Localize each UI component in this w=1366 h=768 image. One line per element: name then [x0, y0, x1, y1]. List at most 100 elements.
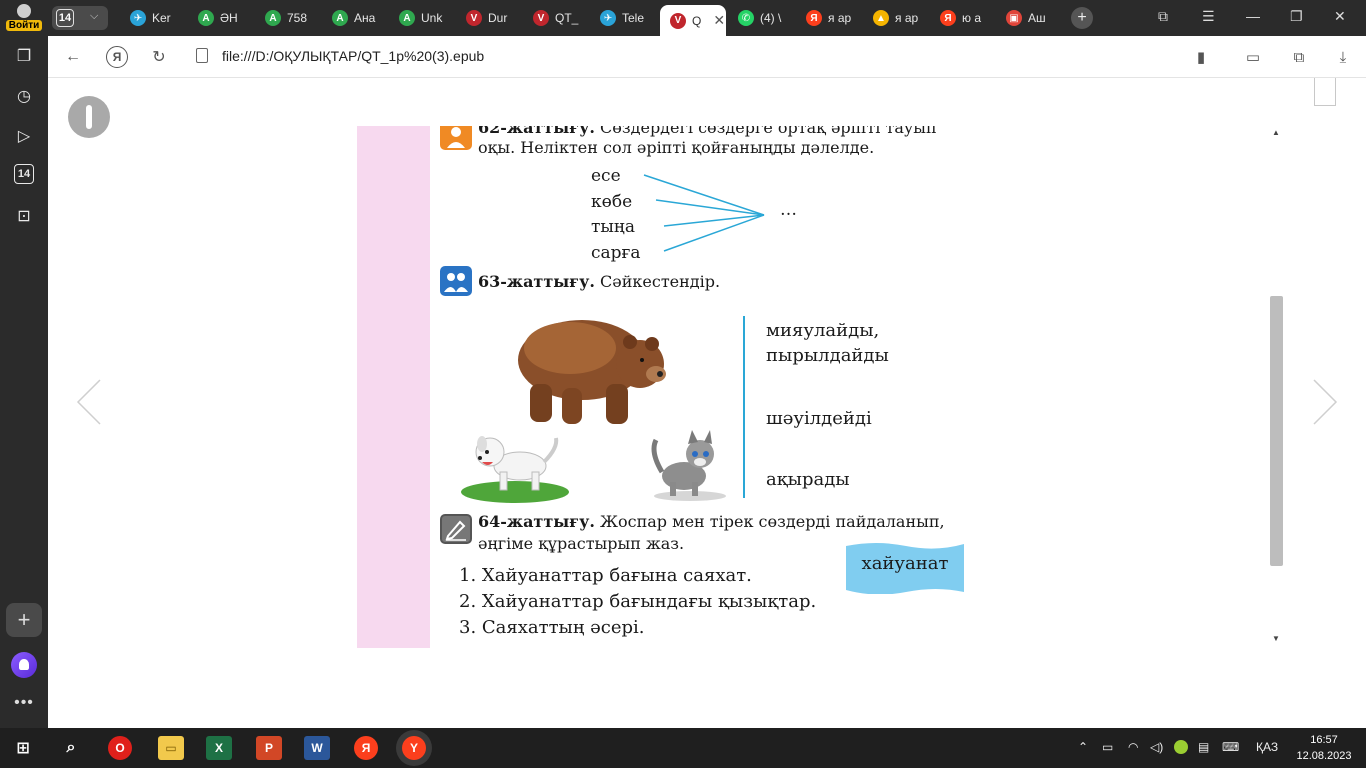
url-field[interactable]: file:///D:/ОҚУЛЫҚТАР/QT_1p%20(3).epub: [222, 48, 484, 64]
file-explorer-icon[interactable]: ▭: [158, 736, 184, 760]
restore-icon[interactable]: ❐: [1290, 8, 1303, 25]
exercise-64-text-2: әңгіме құрастырып жаз.: [478, 534, 685, 553]
tab-label: Tele: [622, 11, 645, 25]
tabs-counter-button[interactable]: 14: [14, 164, 34, 184]
clock-date: 12.08.2023: [1296, 750, 1352, 762]
browser-tab[interactable]: ✆ (4) \: [728, 5, 788, 31]
clock[interactable]: 16:57 12.08.2023: [1292, 732, 1356, 764]
close-tab-icon[interactable]: ✕: [713, 12, 725, 29]
battery-icon[interactable]: ▭: [1102, 740, 1113, 754]
battery-saver-icon[interactable]: ▭: [1242, 46, 1264, 68]
tab-favicon-icon: ▣: [1006, 10, 1022, 26]
tab-favicon-icon: ✈: [130, 10, 146, 26]
language-indicator[interactable]: ҚАЗ: [1256, 740, 1278, 754]
powerpoint-icon[interactable]: P: [256, 736, 282, 760]
ex62-word-2: көбе: [591, 192, 633, 212]
bear-illustration: [518, 320, 666, 424]
browser-tab[interactable]: ▣ Аш: [996, 5, 1058, 31]
chevron-down-icon: ⌵: [90, 10, 99, 22]
keyword-flag: хайуанат: [846, 542, 964, 594]
tab-count-button[interactable]: 14 ⌵: [52, 6, 108, 30]
status-tray-icon[interactable]: [1174, 740, 1188, 754]
more-icon[interactable]: •••: [12, 694, 36, 712]
browser-tab[interactable]: V Dur: [456, 5, 516, 31]
exercise-63-line: 63-жаттығу. Сәйкестендір.: [478, 272, 720, 291]
browser-tab[interactable]: Яя ар: [796, 5, 856, 31]
plan-item-1: 1. Хайуанаттар бағына саяхат.: [459, 565, 752, 586]
wifi-icon[interactable]: ◠: [1128, 740, 1138, 754]
browser-tab[interactable]: A Unk: [389, 5, 449, 31]
keyboard-icon[interactable]: ⌨: [1222, 740, 1239, 754]
kitten-illustration: [651, 430, 726, 501]
opera-icon[interactable]: O: [108, 736, 132, 760]
bookmark-icon[interactable]: ▮: [1190, 46, 1212, 68]
screenshot-icon[interactable]: ⊡: [12, 204, 36, 228]
notification-icon[interactable]: ▤: [1198, 740, 1209, 754]
excel-icon[interactable]: X: [206, 736, 232, 760]
tab-favicon-icon: Я: [940, 10, 956, 26]
page-scrollbar[interactable]: ▲ ▼: [1270, 126, 1284, 648]
browser-tab[interactable]: V QT_: [523, 5, 583, 31]
volume-icon[interactable]: ◁): [1150, 740, 1163, 754]
tab-label: (4) \: [760, 11, 782, 25]
collections-icon[interactable]: ❐: [12, 44, 36, 68]
answer-1-line-1: мияулайды,: [766, 320, 880, 341]
tab-strip: 14 ⌵ ✈ Ker A ӘН A 758 A Ана A Unk V Dur V QT_ ✈ Tele V Q ✕…: [48, 0, 1366, 36]
exercise-62-number: 62-жаттығу.: [478, 126, 595, 137]
browser-tab[interactable]: Яю а: [930, 5, 990, 31]
minimize-icon[interactable]: —: [1246, 8, 1260, 24]
browser-tab[interactable]: ✈ Ker: [120, 5, 180, 31]
exercise-64-text-1: Жоспар мен тірек сөздерді пайдаланып,: [600, 512, 945, 531]
ex62-word-3: тыңа: [591, 217, 635, 237]
extensions-icon[interactable]: ⧉: [1288, 46, 1310, 68]
alice-assistant-icon[interactable]: [11, 652, 37, 678]
browser-tab[interactable]: A ӘН: [188, 5, 248, 31]
video-icon[interactable]: ▷: [12, 124, 36, 148]
tab-favicon-icon: ▲: [873, 10, 889, 26]
epub-reader: 62-жаттығу. Сөздердегі сөздерге ортақ әр…: [48, 78, 1366, 728]
browser-tab[interactable]: A Ана: [322, 5, 382, 31]
search-icon[interactable]: ⌕: [58, 736, 84, 760]
back-button[interactable]: ←: [62, 46, 84, 68]
tab-favicon-icon: A: [198, 10, 214, 26]
download-icon[interactable]: ⤓: [1332, 46, 1354, 68]
tab-label: Аш: [1028, 11, 1046, 25]
tab-favicon-icon: A: [332, 10, 348, 26]
ex62-target-ellipsis: …: [780, 200, 797, 220]
scroll-down-icon[interactable]: ▼: [1272, 634, 1280, 643]
account-button[interactable]: Войти: [4, 4, 44, 34]
exercise-62-text-2: оқы. Неліктен сол әріпті қойғаныңды дәле…: [478, 138, 875, 157]
page-bookmark-icon[interactable]: [1314, 78, 1336, 106]
reader-menu-button[interactable]: [68, 96, 110, 138]
exercise-63-number: 63-жаттығу.: [478, 272, 595, 291]
browser-tab[interactable]: ▲ я ар: [863, 5, 923, 31]
exercise-62-text-1: Сөздердегі сөздерге ортақ әріпті тауып: [600, 126, 937, 137]
add-panel-button[interactable]: +: [6, 603, 42, 637]
windows-taskbar: ⊞ ⌕ O ▭ X P W Я Y ⌃ ▭ ◠ ◁) ▤ ⌨ ҚАЗ 16:57…: [0, 728, 1366, 768]
windows-start-icon[interactable]: ⊞: [10, 736, 36, 760]
tab-manager-icon[interactable]: ⧉: [1158, 8, 1168, 25]
word-icon[interactable]: W: [304, 736, 330, 760]
plan-item-2: 2. Хайуанаттар бағындағы қызықтар.: [459, 591, 817, 612]
yandex-icon[interactable]: Я: [354, 736, 378, 760]
tab-count: 14: [56, 9, 74, 27]
previous-page-arrow[interactable]: [74, 378, 104, 426]
scroll-up-icon[interactable]: ▲: [1272, 128, 1280, 137]
new-tab-button[interactable]: +: [1071, 7, 1093, 29]
yandex-browser-icon[interactable]: Y: [402, 736, 426, 760]
tab-label: Ker: [152, 11, 171, 25]
browser-tab[interactable]: ✈ Tele: [590, 5, 650, 31]
scroll-thumb[interactable]: [1270, 296, 1283, 566]
reload-icon[interactable]: ↻: [148, 46, 170, 68]
history-icon[interactable]: ◷: [12, 84, 36, 108]
close-window-icon[interactable]: ✕: [1334, 8, 1346, 25]
browser-tab[interactable]: V Q ✕: [660, 5, 726, 36]
browser-tab[interactable]: A 758: [255, 5, 315, 31]
yandex-home-icon[interactable]: Я: [106, 46, 128, 68]
tab-favicon-icon: A: [399, 10, 415, 26]
plan-item-3: 3. Саяхаттың әсері.: [459, 617, 645, 638]
menu-icon[interactable]: ☰: [1202, 8, 1215, 25]
next-page-arrow[interactable]: [1310, 378, 1340, 426]
tray-chevron-icon[interactable]: ⌃: [1078, 740, 1088, 754]
ex62-word-1: есе: [591, 166, 621, 186]
